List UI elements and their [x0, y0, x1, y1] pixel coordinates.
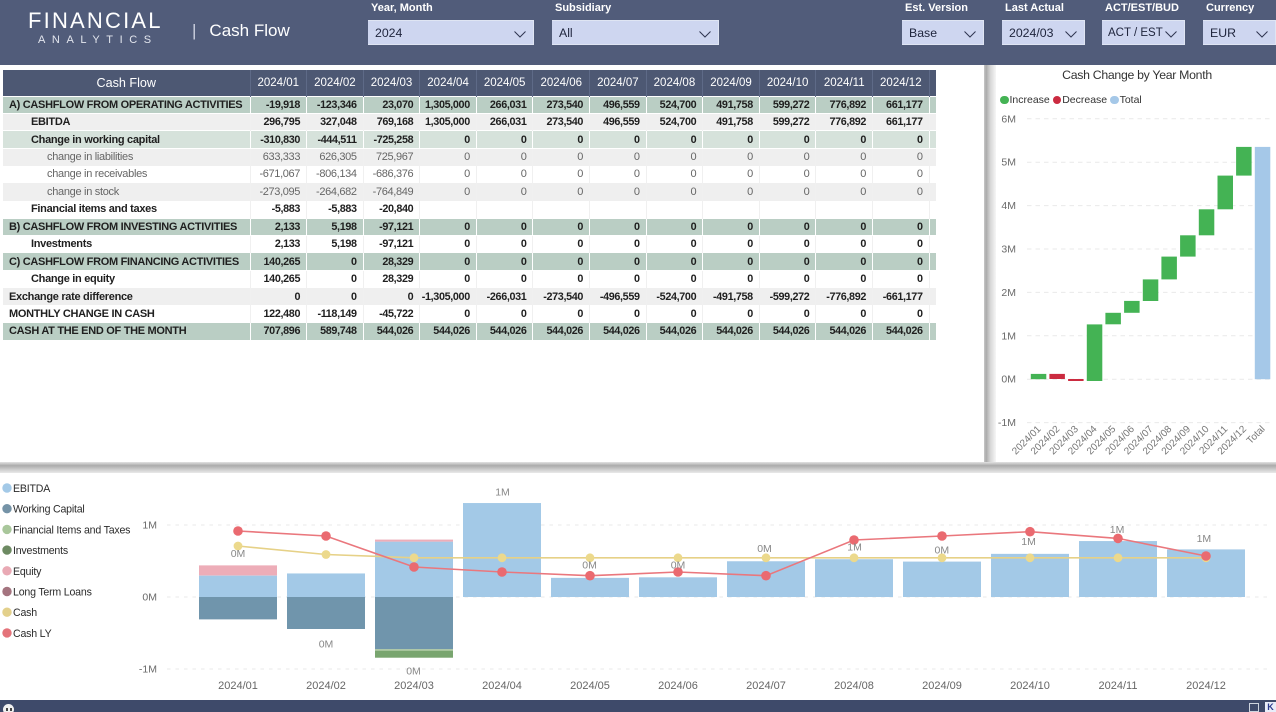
svg-text:2024/05: 2024/05 [570, 680, 610, 692]
svg-text:0M: 0M [757, 543, 772, 555]
svg-text:Equity: Equity [13, 566, 42, 578]
svg-text:1M: 1M [1021, 536, 1036, 548]
svg-text:2024/09: 2024/09 [922, 680, 962, 692]
svg-text:2M: 2M [1001, 287, 1016, 299]
svg-text:2024/02: 2024/02 [306, 680, 346, 692]
svg-text:2024/04: 2024/04 [482, 680, 522, 692]
svg-text:2024/01: 2024/01 [218, 680, 258, 692]
svg-text:0M: 0M [406, 665, 421, 677]
svg-text:0M: 0M [935, 545, 950, 557]
svg-text:2024/10: 2024/10 [1010, 680, 1050, 692]
svg-text:0M: 0M [582, 560, 597, 572]
svg-text:1M: 1M [1197, 533, 1212, 545]
svg-text:1M: 1M [142, 520, 157, 532]
svg-text:1M: 1M [1110, 524, 1125, 536]
svg-text:Cash: Cash [13, 607, 37, 619]
svg-text:3M: 3M [1001, 244, 1016, 256]
svg-text:Total: Total [1245, 424, 1268, 447]
svg-text:-1M: -1M [998, 417, 1016, 429]
svg-text:1M: 1M [495, 486, 510, 498]
svg-text:5M: 5M [1001, 157, 1016, 169]
svg-text:Working Capital: Working Capital [13, 504, 85, 516]
svg-text:1M: 1M [847, 541, 862, 553]
svg-text:1M: 1M [1001, 330, 1016, 342]
svg-text:2024/11: 2024/11 [1099, 680, 1138, 692]
svg-text:0M: 0M [142, 592, 157, 604]
svg-text:2024/06: 2024/06 [658, 680, 698, 692]
svg-text:0M: 0M [1001, 374, 1016, 386]
svg-text:0M: 0M [671, 560, 686, 572]
svg-text:2024/03: 2024/03 [394, 680, 434, 692]
svg-text:4M: 4M [1001, 200, 1016, 212]
svg-text:2024/07: 2024/07 [746, 680, 786, 692]
svg-text:EBITDA: EBITDA [13, 483, 51, 495]
svg-text:-1M: -1M [139, 664, 157, 676]
svg-text:0M: 0M [231, 548, 246, 560]
svg-text:Investments: Investments [13, 545, 68, 557]
svg-text:2024/12: 2024/12 [1186, 680, 1226, 692]
svg-text:Financial Items and Taxes: Financial Items and Taxes [13, 524, 130, 536]
svg-text:0M: 0M [319, 638, 334, 650]
svg-text:6M: 6M [1001, 113, 1016, 125]
svg-text:2024/08: 2024/08 [834, 680, 874, 692]
svg-text:Long Term Loans: Long Term Loans [13, 587, 92, 599]
svg-text:Cash LY: Cash LY [13, 628, 52, 640]
